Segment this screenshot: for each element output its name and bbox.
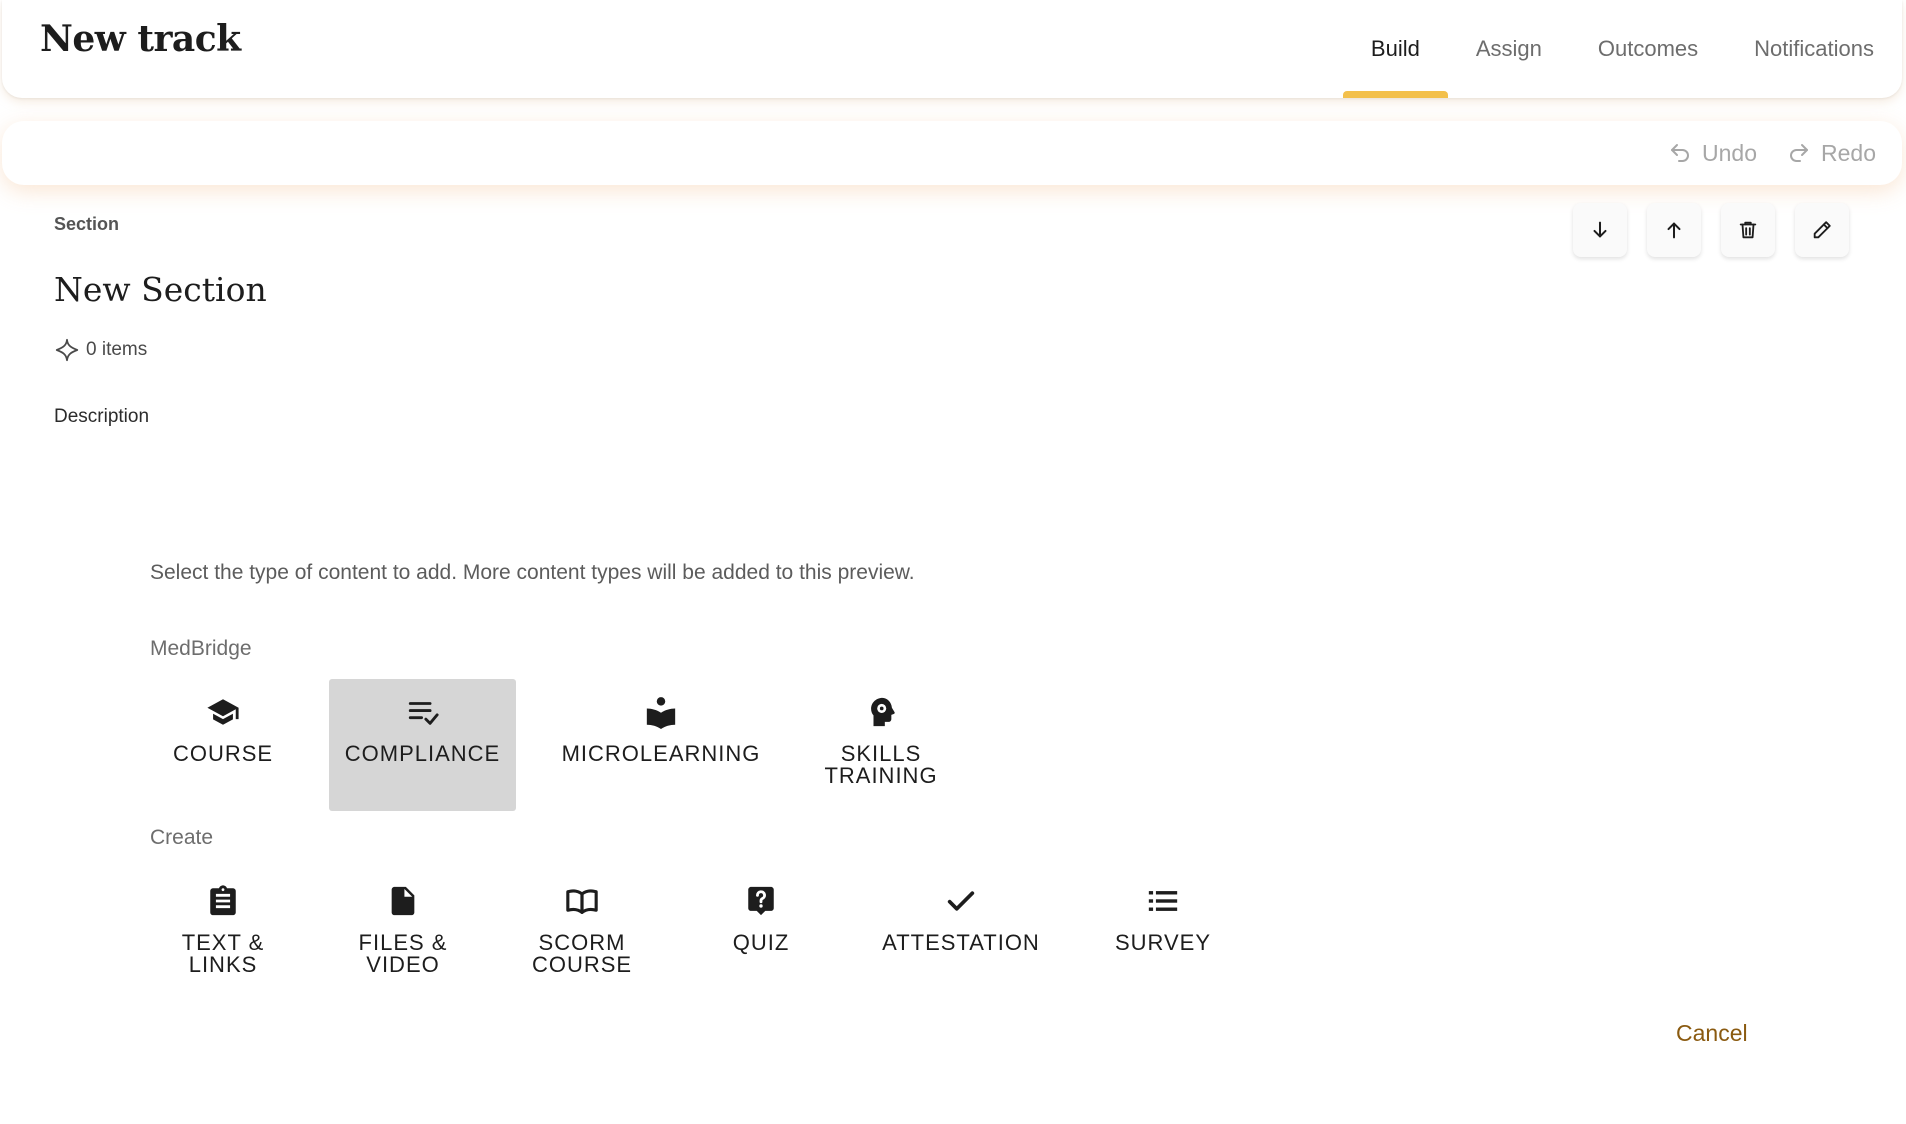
- top-header: New track Build Assign Outcomes Notifica…: [2, 0, 1902, 98]
- question-icon: [742, 882, 780, 920]
- undo-icon: [1671, 144, 1689, 162]
- tab-bar: Build Assign Outcomes Notifications: [1342, 0, 1902, 98]
- sparkle-icon: [55, 338, 79, 362]
- content-type-text-links[interactable]: TEXT & LINKS: [162, 868, 284, 998]
- list-icon: [1144, 882, 1182, 920]
- page-title: New track: [40, 18, 241, 60]
- pencil-icon: [1813, 221, 1831, 239]
- content-type-compliance-label: COMPLIANCE: [344, 741, 501, 766]
- content-type-attestation[interactable]: ATTESTATION: [876, 868, 1046, 998]
- open-book-icon: [563, 882, 601, 920]
- edit-button[interactable]: [1795, 203, 1849, 257]
- move-down-button[interactable]: [1573, 203, 1627, 257]
- content-type-microlearning-label: MICROLEARNING: [561, 741, 761, 766]
- section-actions: [1573, 203, 1849, 257]
- editor-toolbar: Undo Redo: [2, 121, 1902, 185]
- undo-redo-group: Undo Redo: [1668, 121, 1876, 185]
- content-type-course[interactable]: COURSE: [150, 679, 296, 811]
- tab-outcomes[interactable]: Outcomes: [1570, 0, 1726, 98]
- content-type-quiz-label: QUIZ: [732, 930, 790, 955]
- checklist-icon: [404, 693, 442, 731]
- arrow-up-icon: [1667, 222, 1681, 239]
- undo-label: Undo: [1702, 139, 1758, 166]
- content-type-skills-training-label: SKILLS TRAINING: [824, 741, 938, 788]
- items-count-label: 0 items: [86, 339, 148, 360]
- head-gear-icon: [862, 693, 900, 731]
- content-type-survey-label: SURVEY: [1114, 930, 1212, 955]
- content-type-course-label: COURSE: [172, 741, 274, 766]
- content-type-skills-training[interactable]: SKILLS TRAINING: [806, 679, 956, 811]
- content-type-scorm-course-label: SCORM COURSE: [531, 930, 633, 977]
- checkmark-icon: [942, 882, 980, 920]
- cancel-button[interactable]: Cancel: [1676, 1020, 1748, 1047]
- redo-label: Redo: [1821, 139, 1876, 166]
- clipboard-icon: [204, 882, 242, 920]
- undo-button[interactable]: Undo: [1668, 140, 1757, 167]
- description-label: Description: [54, 406, 150, 427]
- reading-person-icon: [642, 693, 680, 731]
- tab-notifications-label: Notifications: [1754, 36, 1874, 61]
- picker-instructions: Select the type of content to add. More …: [150, 561, 915, 584]
- content-type-text-links-label: TEXT & LINKS: [181, 930, 265, 977]
- tab-outcomes-label: Outcomes: [1597, 36, 1699, 61]
- delete-button[interactable]: [1721, 203, 1775, 257]
- content-type-attestation-label: ATTESTATION: [882, 930, 1040, 955]
- redo-icon: [1790, 144, 1809, 162]
- tab-assign[interactable]: Assign: [1448, 0, 1570, 98]
- section-title: New Section: [54, 270, 267, 309]
- section-label: Section: [54, 214, 120, 234]
- content-type-files-video[interactable]: FILES & VIDEO: [342, 868, 464, 998]
- trash-icon: [1739, 221, 1757, 239]
- graduation-cap-icon: [204, 693, 242, 731]
- content-type-scorm-course[interactable]: SCORM COURSE: [521, 868, 643, 998]
- move-up-button[interactable]: [1647, 203, 1701, 257]
- redo-button[interactable]: Redo: [1787, 140, 1876, 167]
- group-label-create: Create: [150, 826, 214, 849]
- content-type-compliance[interactable]: COMPLIANCE: [329, 679, 516, 811]
- arrow-down-icon: [1593, 221, 1607, 238]
- tab-assign-label: Assign: [1475, 36, 1542, 61]
- group-label-medbridge: MedBridge: [150, 637, 252, 660]
- content-type-microlearning[interactable]: MICROLEARNING: [548, 679, 774, 811]
- content-type-quiz[interactable]: QUIZ: [700, 868, 822, 998]
- items-count: 0 items: [54, 337, 147, 363]
- tab-notifications[interactable]: Notifications: [1726, 0, 1902, 98]
- content-type-survey[interactable]: SURVEY: [1102, 868, 1224, 998]
- tab-build-label: Build: [1370, 36, 1420, 61]
- tab-build[interactable]: Build: [1342, 0, 1448, 98]
- file-icon: [384, 882, 422, 920]
- content-type-files-video-label: FILES & VIDEO: [358, 930, 448, 977]
